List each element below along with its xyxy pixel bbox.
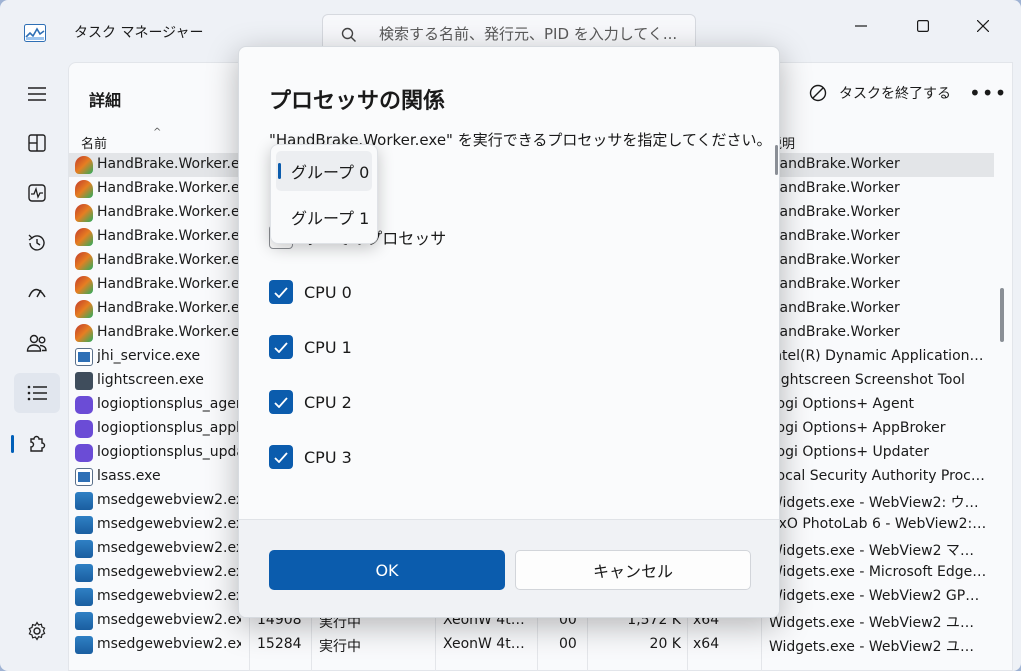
cpu-3-label: CPU 3 (304, 447, 352, 467)
checkmark-icon (274, 341, 288, 353)
cpu-0-label: CPU 0 (304, 282, 352, 302)
cancel-button[interactable]: キャンセル (515, 550, 751, 590)
checkmark-icon (274, 451, 288, 463)
cpu-2-label: CPU 2 (304, 392, 352, 412)
cpu-1-label: CPU 1 (304, 337, 352, 357)
selected-option-indicator (278, 163, 281, 179)
cpu-0-row[interactable]: CPU 0 (269, 280, 352, 304)
group-option-1[interactable]: グループ 1 (276, 197, 372, 237)
group-option-0[interactable]: グループ 0 (276, 151, 372, 191)
group-option-0-label: グループ 0 (291, 163, 370, 182)
modal-overlay: プロセッサの関係 "HandBrake.Worker.exe" を実行できるプロ… (0, 0, 1021, 671)
cpu-1-checkbox[interactable] (269, 335, 293, 359)
checkmark-icon (274, 286, 288, 298)
cpu-3-row[interactable]: CPU 3 (269, 445, 352, 469)
cpu-0-checkbox[interactable] (269, 280, 293, 304)
cpu-2-row[interactable]: CPU 2 (269, 390, 352, 414)
cpu-1-row[interactable]: CPU 1 (269, 335, 352, 359)
dialog-title: プロセッサの関係 (269, 89, 446, 114)
ok-button[interactable]: OK (269, 550, 505, 590)
checkmark-icon (274, 396, 288, 408)
cpu-3-checkbox[interactable] (269, 445, 293, 469)
processor-affinity-dialog: プロセッサの関係 "HandBrake.Worker.exe" を実行できるプロ… (238, 46, 780, 618)
dialog-footer: OK キャンセル (239, 519, 779, 617)
processor-group-dropdown: グループ 0 グループ 1 (270, 144, 378, 244)
group-option-1-label: グループ 1 (291, 209, 370, 228)
cpu-2-checkbox[interactable] (269, 390, 293, 414)
dialog-scrollbar-thumb[interactable] (775, 145, 778, 175)
